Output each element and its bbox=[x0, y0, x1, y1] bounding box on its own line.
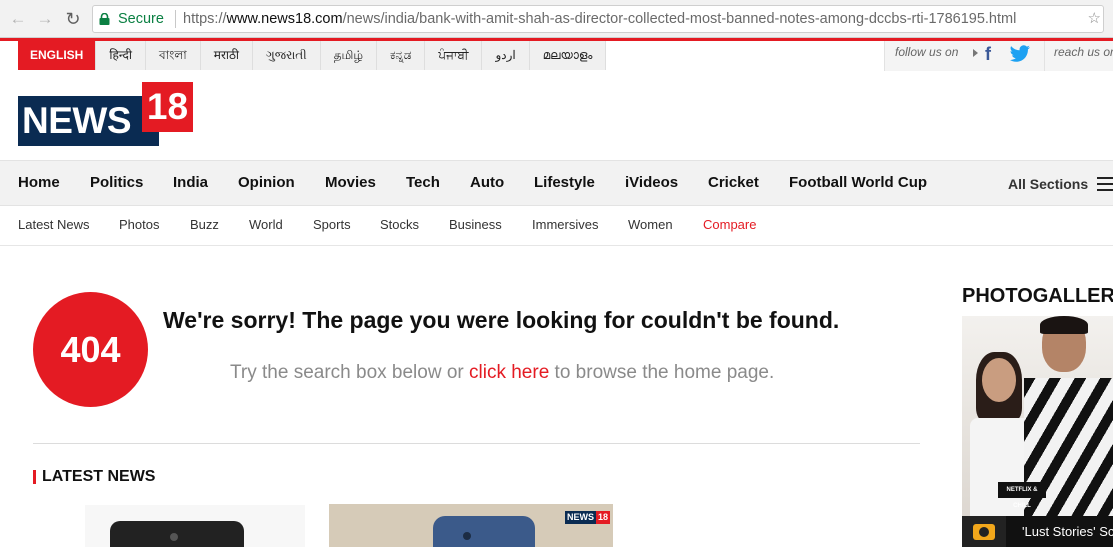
url-scheme: https:// bbox=[183, 11, 227, 27]
news-thumbnail-phone-blue[interactable]: NEWS 18 bbox=[329, 504, 613, 547]
section-divider bbox=[33, 443, 920, 444]
lang-hindi[interactable]: हिन्दी bbox=[96, 41, 147, 70]
language-bar: ENGLISH हिन्दी বাংলা मराठी ગુજરાતી தமிழ்… bbox=[18, 41, 607, 70]
home-page-link[interactable]: click here bbox=[469, 362, 549, 383]
subnav-stocks[interactable]: Stocks bbox=[380, 206, 419, 244]
follow-us-box: follow us on f bbox=[884, 41, 1044, 71]
nav-football-world-cup[interactable]: Football World Cup bbox=[789, 161, 927, 205]
phone-camera bbox=[463, 532, 471, 540]
logo-18-badge: 18 bbox=[142, 82, 193, 132]
photogallery-image[interactable]: NETFLIX & CHILL 'Lust Stories' Screening bbox=[962, 316, 1113, 547]
error-subtitle: Try the search box below or click here t… bbox=[230, 362, 774, 384]
subnav-business[interactable]: Business bbox=[449, 206, 502, 244]
lang-tamil[interactable]: தமிழ் bbox=[320, 41, 377, 70]
nav-ivideos[interactable]: iVideos bbox=[625, 161, 678, 205]
phone-image bbox=[433, 516, 535, 547]
gallery-caption[interactable]: 'Lust Stories' Screening bbox=[1022, 524, 1113, 539]
twitter-icon[interactable] bbox=[1009, 45, 1031, 63]
lock-icon bbox=[99, 13, 110, 25]
news-thumbnail-phone-black[interactable] bbox=[85, 505, 305, 547]
main-navigation: Home Politics India Opinion Movies Tech … bbox=[0, 160, 1113, 206]
thumb-logo-news: NEWS bbox=[565, 511, 596, 524]
address-bar[interactable]: Secure https://www.news18.com/news/india… bbox=[92, 5, 1104, 33]
lang-english[interactable]: ENGLISH bbox=[18, 41, 97, 70]
facebook-icon[interactable]: f bbox=[985, 44, 991, 65]
logo-news-text: NEWS bbox=[18, 96, 159, 146]
caret-right-icon bbox=[973, 49, 978, 57]
subnav-sports[interactable]: Sports bbox=[313, 206, 351, 244]
secure-label: Secure bbox=[118, 11, 164, 27]
camera-box bbox=[962, 516, 1006, 547]
face bbox=[982, 358, 1016, 402]
subnav-buzz[interactable]: Buzz bbox=[190, 206, 219, 244]
subnav-compare[interactable]: Compare bbox=[703, 206, 756, 244]
nav-movies[interactable]: Movies bbox=[325, 161, 376, 205]
subnav-latest-news[interactable]: Latest News bbox=[18, 206, 90, 244]
forward-arrow-icon[interactable]: → bbox=[35, 9, 55, 29]
error-subtitle-before: Try the search box below or bbox=[230, 362, 470, 383]
back-arrow-icon[interactable]: ← bbox=[8, 9, 28, 29]
nav-india[interactable]: India bbox=[173, 161, 208, 205]
nav-lifestyle[interactable]: Lifestyle bbox=[534, 161, 595, 205]
follow-us-label: follow us on bbox=[895, 45, 959, 59]
error-code-badge: 404 bbox=[33, 292, 148, 407]
camera-icon bbox=[973, 524, 995, 540]
nav-home[interactable]: Home bbox=[18, 161, 60, 205]
thumbnail-news18-logo: NEWS 18 bbox=[565, 511, 611, 524]
gallery-person-right bbox=[1024, 316, 1113, 547]
phone-camera bbox=[170, 533, 178, 541]
phone-image bbox=[110, 521, 244, 547]
sub-navigation: Latest News Photos Buzz World Sports Sto… bbox=[0, 206, 1113, 246]
photogallery-heading: PHOTOGALLERY bbox=[962, 285, 1113, 307]
tshirt-print: NETFLIX & CHILL bbox=[998, 482, 1046, 509]
latest-news-heading: LATEST NEWS bbox=[42, 468, 156, 485]
nav-tech[interactable]: Tech bbox=[406, 161, 440, 205]
lang-malayalam[interactable]: മലയാളം bbox=[529, 41, 607, 70]
lang-bangla[interactable]: বাংলা bbox=[146, 41, 201, 70]
subnav-photos[interactable]: Photos bbox=[119, 206, 159, 244]
subnav-immersives[interactable]: Immersives bbox=[532, 206, 598, 244]
bookmark-star-icon[interactable]: ☆ bbox=[1088, 6, 1101, 32]
browser-toolbar: ← → ↻ Secure https://www.news18.com/news… bbox=[0, 0, 1113, 38]
lang-kannada[interactable]: ಕನ್ನಡ bbox=[377, 41, 426, 70]
nav-politics[interactable]: Politics bbox=[90, 161, 143, 205]
error-title: We're sorry! The page you were looking f… bbox=[163, 307, 840, 333]
hamburger-menu-icon[interactable] bbox=[1097, 177, 1113, 191]
all-sections-button[interactable]: All Sections bbox=[1008, 161, 1088, 207]
news18-logo[interactable]: NEWS 18 bbox=[18, 82, 193, 148]
thumb-logo-18: 18 bbox=[596, 511, 611, 524]
nav-auto[interactable]: Auto bbox=[470, 161, 504, 205]
reach-us-box: reach us on bbox=[1044, 41, 1113, 71]
url-separator bbox=[175, 10, 176, 28]
latest-news-marker bbox=[33, 470, 36, 484]
nav-opinion[interactable]: Opinion bbox=[238, 161, 295, 205]
reach-us-label: reach us on bbox=[1054, 45, 1113, 59]
subnav-world[interactable]: World bbox=[249, 206, 283, 244]
url-text: https://www.news18.com/news/india/bank-w… bbox=[183, 6, 1016, 32]
nav-cricket[interactable]: Cricket bbox=[708, 161, 759, 205]
lang-urdu[interactable]: اردو bbox=[482, 41, 530, 70]
lang-gujarati[interactable]: ગુજરાતી bbox=[253, 41, 321, 70]
url-host: www.news18.com bbox=[226, 11, 343, 27]
subnav-women[interactable]: Women bbox=[628, 206, 673, 244]
gallery-caption-bar: 'Lust Stories' Screening bbox=[962, 516, 1113, 547]
lang-marathi[interactable]: मराठी bbox=[200, 41, 254, 70]
lang-punjabi[interactable]: ਪੰਜਾਬੀ bbox=[425, 41, 483, 70]
error-subtitle-after: to browse the home page. bbox=[549, 362, 775, 383]
hair bbox=[1040, 316, 1088, 334]
reload-icon[interactable]: ↻ bbox=[63, 9, 83, 29]
url-path: /news/india/bank-with-amit-shah-as-direc… bbox=[342, 11, 1017, 27]
